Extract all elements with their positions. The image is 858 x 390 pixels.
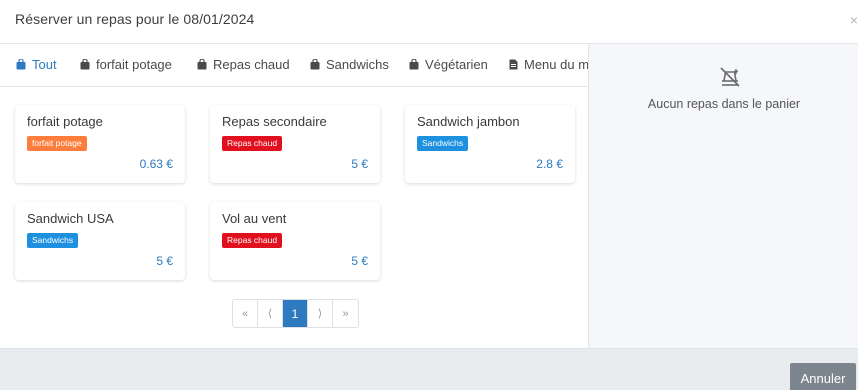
meal-card[interactable]: Sandwich jambon Sandwichs 2.8 € <box>405 105 575 183</box>
tab-label: forfait potage <box>96 57 172 72</box>
meal-name: Sandwich jambon <box>417 114 520 129</box>
cart-empty-message: Aucun repas dans le panier <box>647 97 801 111</box>
meal-name: Sandwich USA <box>27 211 114 226</box>
meal-card[interactable]: Repas secondaire Repas chaud 5 € <box>210 105 380 183</box>
meal-price: 2.8 € <box>536 157 563 171</box>
tab-label: Sandwichs <box>326 57 389 72</box>
document-icon <box>509 59 518 70</box>
pagination: « ⟨ 1 ⟩ » <box>232 299 359 328</box>
bag-icon <box>197 59 207 70</box>
bag-icon <box>409 59 419 70</box>
tab-vegetarien[interactable]: Végétarien <box>409 57 488 72</box>
page-1-button[interactable]: 1 <box>283 300 308 327</box>
category-badge: Sandwichs <box>417 136 469 151</box>
modal-footer: Annuler <box>0 348 858 390</box>
empty-cart-icon <box>720 67 740 87</box>
tab-repas-chaud[interactable]: Repas chaud <box>197 57 290 72</box>
meal-card[interactable]: forfait potage forfait potage 0.63 € <box>15 105 185 183</box>
tab-menu-du-mois[interactable]: Menu du m <box>509 57 588 72</box>
category-badge: Sandwichs <box>27 233 79 248</box>
bag-icon <box>310 59 320 70</box>
bag-icon <box>80 59 90 70</box>
tab-tout[interactable]: Tout <box>16 57 57 72</box>
tab-forfait-potage[interactable]: forfait potage <box>80 57 172 72</box>
tab-label: Tout <box>32 57 57 72</box>
tab-label: Menu du m <box>524 57 588 72</box>
meal-name: forfait potage <box>27 114 103 129</box>
next-page-button[interactable]: ⟩ <box>308 300 333 327</box>
first-page-button[interactable]: « <box>233 300 258 327</box>
prev-page-button[interactable]: ⟨ <box>258 300 283 327</box>
category-badge: Repas chaud <box>222 136 283 151</box>
meal-card[interactable]: Sandwich USA Sandwichs 5 € <box>15 202 185 280</box>
tab-label: Repas chaud <box>213 57 290 72</box>
modal-header: Réserver un repas pour le 08/01/2024 × <box>0 0 858 44</box>
tab-label: Végétarien <box>425 57 488 72</box>
modal-title: Réserver un repas pour le 08/01/2024 <box>15 11 255 27</box>
close-icon[interactable]: × <box>850 12 858 28</box>
meal-price: 0.63 € <box>139 157 173 171</box>
meal-name: Repas secondaire <box>222 114 327 129</box>
cart-panel: Aucun repas dans le panier <box>588 44 858 348</box>
bag-icon <box>16 59 26 70</box>
category-badge: forfait potage <box>27 136 87 151</box>
cancel-button[interactable]: Annuler <box>790 363 856 390</box>
meal-price: 5 € <box>351 254 368 268</box>
tab-sandwichs[interactable]: Sandwichs <box>310 57 389 72</box>
meal-price: 5 € <box>156 254 173 268</box>
meal-card[interactable]: Vol au vent Repas chaud 5 € <box>210 202 380 280</box>
meal-price: 5 € <box>351 157 368 171</box>
last-page-button[interactable]: » <box>333 300 358 327</box>
category-tabs: Tout forfait potage Repas chaud Sandwich… <box>0 44 588 87</box>
category-badge: Repas chaud <box>222 233 283 248</box>
meal-name: Vol au vent <box>222 211 287 226</box>
